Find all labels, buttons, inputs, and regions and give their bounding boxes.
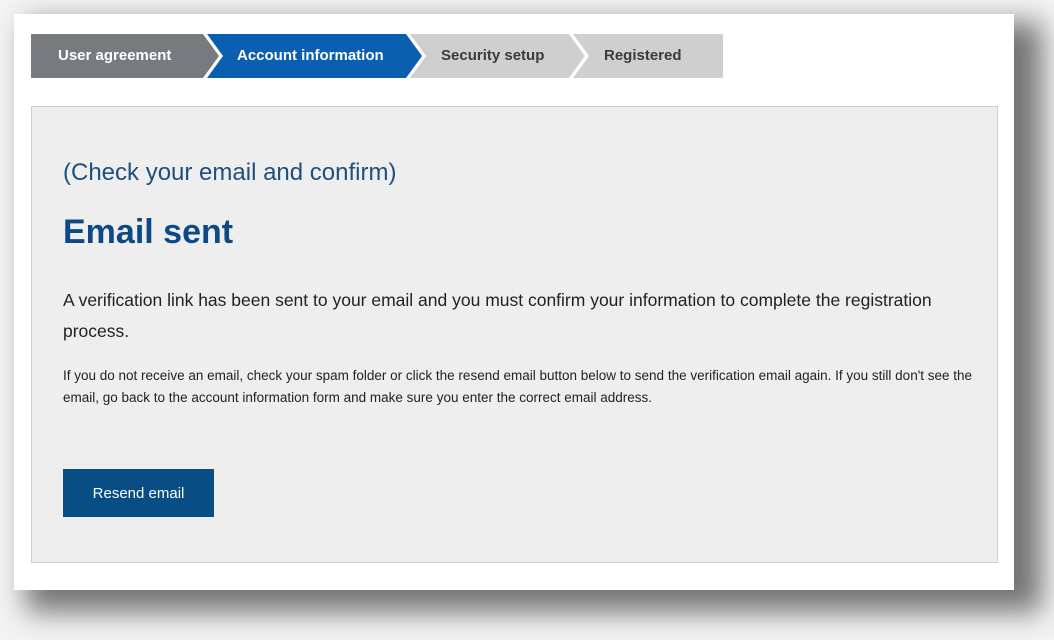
page-subheading: (Check your email and confirm) xyxy=(63,159,397,186)
step-account-information: Account information xyxy=(207,34,422,78)
verification-message: A verification link has been sent to you… xyxy=(63,290,932,341)
step-registered: Registered xyxy=(573,34,723,78)
resend-email-button[interactable]: Resend email xyxy=(63,469,214,517)
page-title: Email sent xyxy=(63,213,234,251)
confirmation-panel: (Check your email and confirm) Email sen… xyxy=(31,106,998,563)
help-text: If you do not receive an email, check yo… xyxy=(63,368,973,405)
step-security-setup: Security setup xyxy=(410,34,585,78)
step-user-agreement[interactable]: User agreement xyxy=(31,34,219,78)
step-progress: User agreement Account information Secur… xyxy=(31,34,723,78)
registration-card: User agreement Account information Secur… xyxy=(14,14,1014,590)
